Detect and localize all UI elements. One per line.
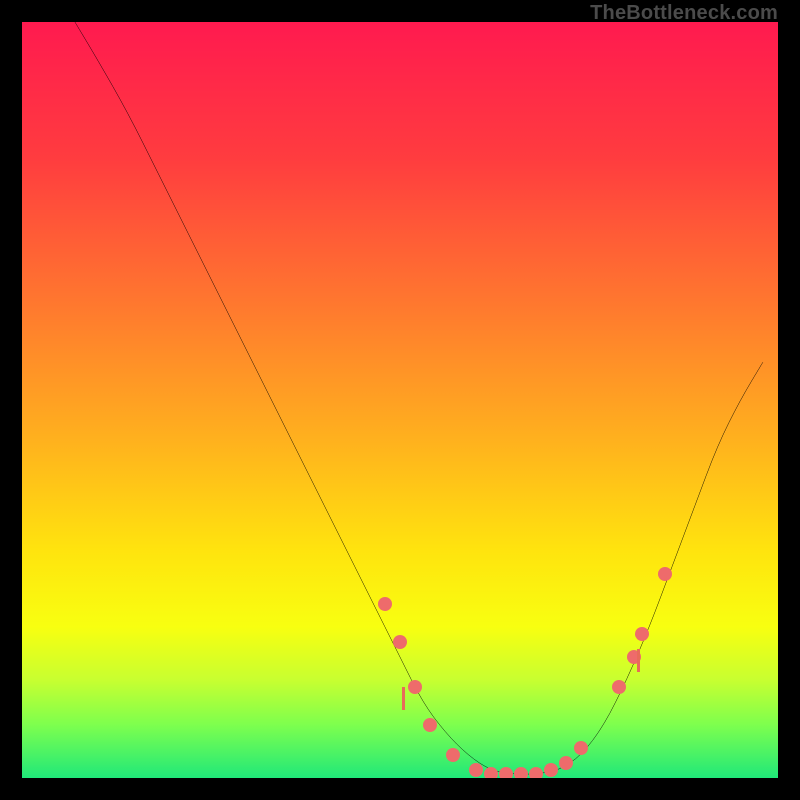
plot-area bbox=[22, 22, 778, 778]
data-point bbox=[469, 763, 483, 777]
data-point bbox=[393, 635, 407, 649]
chart-stage: TheBottleneck.com bbox=[0, 0, 800, 800]
data-point bbox=[378, 597, 392, 611]
data-point bbox=[529, 767, 543, 778]
tick-dash bbox=[637, 649, 640, 672]
bottleneck-curve bbox=[22, 22, 778, 778]
tick-dash bbox=[402, 687, 405, 710]
data-point bbox=[499, 767, 513, 778]
data-point bbox=[484, 767, 498, 778]
data-point bbox=[658, 567, 672, 581]
data-point bbox=[514, 767, 528, 778]
